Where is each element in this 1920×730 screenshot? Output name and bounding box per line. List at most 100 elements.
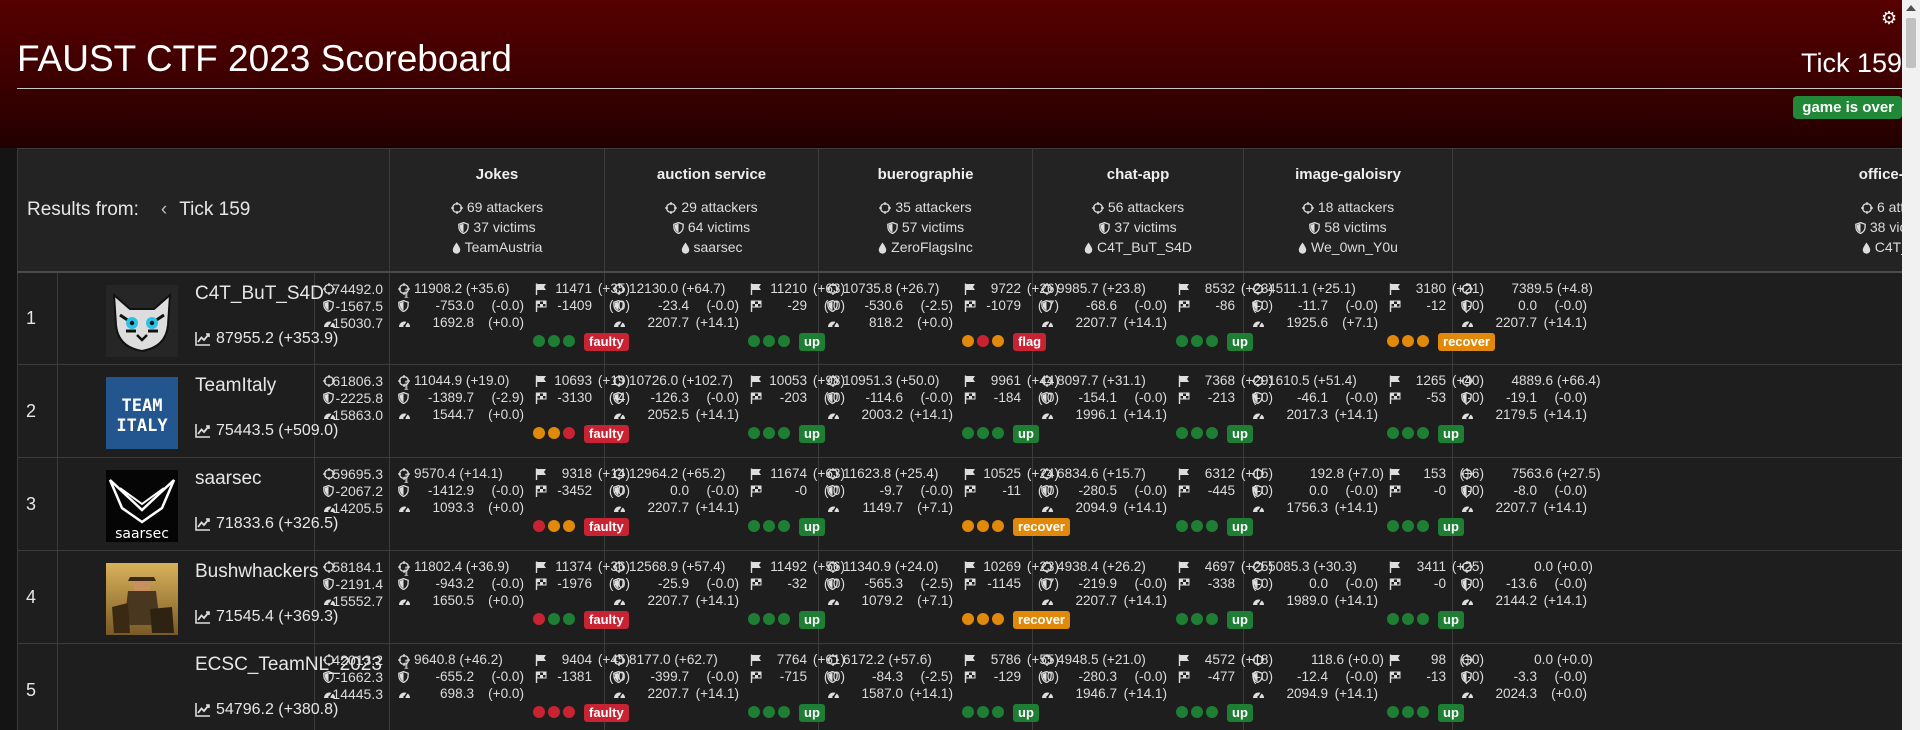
defense-points: -84.3 — [872, 669, 904, 684]
crosshair-icon — [827, 654, 840, 669]
team-name[interactable]: C4T_BuT_S4D — [195, 283, 324, 305]
gear-icon[interactable]: ⚙ — [1881, 9, 1897, 27]
victims-count: 58 victims — [1245, 217, 1452, 237]
chart-line-icon — [195, 330, 216, 347]
attack-points: 11802.4 (+36.9) — [414, 559, 510, 574]
status-dot — [1402, 706, 1415, 718]
attack-score: 61806.3 — [323, 373, 383, 390]
victims-count: 37 victims — [391, 217, 604, 237]
shield-icon — [1461, 484, 1472, 500]
status-history-dots — [748, 613, 793, 627]
status-history-dots — [533, 520, 578, 534]
service-name: Jokes — [475, 166, 519, 183]
sla-points: 2207.7 — [1075, 593, 1118, 608]
defense-points-delta: (-2.5) — [920, 576, 954, 591]
service-score-cell: 9570.4 (+14.1) -1412.9 (-0.0) 1093.3 (+0.0) 9… — [389, 457, 630, 551]
flags-lost: -0 — [1433, 576, 1447, 591]
crosshair-icon — [1461, 375, 1474, 390]
defense-points: -9.7 — [879, 483, 904, 498]
status-dot — [763, 334, 776, 347]
team-info: ECSC_TeamNL_2023 i 54796.2 (+380.8) — [57, 643, 409, 730]
blood-drop-icon — [452, 239, 465, 255]
results-tick[interactable]: Tick 159 — [179, 199, 250, 220]
attackers-count: 56 attackers — [1034, 197, 1243, 217]
flags-lost: -1079 — [986, 297, 1022, 313]
flags-lost: -86 — [1215, 297, 1236, 313]
scroll-thumb[interactable] — [1906, 18, 1916, 68]
sla-points-delta: (+14.1) — [1543, 314, 1588, 330]
status-dot — [533, 613, 546, 625]
sla-points: 1093.3 — [432, 500, 475, 515]
sla-points: 1149.7 — [862, 500, 904, 515]
attack-points: 7563.6 — [1511, 466, 1554, 481]
attack-points: 4889.6 — [1511, 373, 1554, 388]
service-header: auction service 29 attackers 64 victims saa… — [604, 148, 820, 273]
shield-icon — [1041, 484, 1052, 500]
status-dot — [748, 427, 761, 439]
victims-count: 37 victims — [1034, 217, 1243, 237]
team-name[interactable]: Bushwhackers — [195, 561, 319, 583]
attack-points: 0.0 — [1534, 559, 1554, 574]
sla-points: 1079.2 — [861, 593, 904, 608]
chevron-left-icon[interactable]: ‹ — [161, 199, 167, 221]
attack-points: 6834.6 (+15.7) — [1057, 466, 1146, 481]
checkered-flag-icon — [1389, 392, 1401, 407]
vertical-scrollbar[interactable] — [1902, 0, 1920, 730]
status-dot — [962, 334, 975, 347]
service-header: image-galoisry 18 attackers 58 victims We_0… — [1243, 148, 1454, 273]
chart-line-icon — [195, 515, 216, 532]
flags-captured: 5786 — [990, 652, 1022, 667]
service-score-cell: 192.8 (+7.0) 0.0 (-0.0) 1756.3 (+14.1) 153 (+6)… — [1243, 457, 1484, 551]
attackers-count: 69 attackers — [391, 197, 604, 217]
shield-icon — [827, 484, 838, 500]
status-dot — [1206, 706, 1219, 718]
service-score-cell: 11044.9 (+19.0) -1389.7 (-2.9) 1544.7 (+0.0)… — [389, 364, 630, 458]
defense-points-delta: (-0.0) — [1554, 669, 1588, 684]
defense-points: -530.6 — [864, 297, 904, 313]
flags-lost: -13 — [1426, 669, 1447, 684]
flags-lost: -0 — [794, 483, 808, 498]
status-dot — [1402, 427, 1415, 439]
sla-points-delta: (+14.1) — [1123, 314, 1168, 330]
scroll-up-arrow-icon[interactable] — [1906, 5, 1916, 11]
flag-icon — [1178, 283, 1190, 298]
status-dot — [977, 613, 990, 625]
shield-icon — [613, 484, 624, 500]
crosshair-icon — [1252, 375, 1265, 390]
attack-points: 10726.0 (+102.7) — [629, 373, 733, 388]
sla-points-delta: (+7.1) — [917, 500, 954, 515]
checkered-flag-icon — [1389, 578, 1401, 593]
team-name[interactable]: saarsec — [195, 468, 262, 490]
sla-points-delta: (+0.0) — [488, 593, 525, 608]
service-score-cell: 12568.9 (+57.4) -25.9 (-0.0) 2207.7 (+14.1) 1… — [604, 550, 845, 644]
checkered-flag-icon — [1178, 300, 1190, 315]
defense-points-delta: (-0.0) — [1554, 297, 1588, 313]
service-score-cell: 11802.4 (+36.9) -943.2 (-0.0) 1650.5 (+0.0) 1… — [389, 550, 630, 644]
defense-points: -3.3 — [1513, 669, 1538, 684]
defense-points: -126.3 — [650, 390, 690, 405]
flags-captured: 11374 — [555, 559, 593, 574]
service-name: auction service — [656, 166, 767, 183]
team-rank: 5 — [17, 643, 58, 730]
flags-captured: 9404 — [561, 652, 593, 667]
team-rank: 4 — [17, 550, 58, 644]
team-score-summary: 61806.3 -2225.8 15863.0 — [313, 364, 391, 458]
defense-points-delta: (-0.0) — [706, 483, 740, 498]
status-dot — [992, 427, 1005, 439]
sla-points: 2207.7 — [647, 314, 690, 330]
status-dot — [977, 706, 990, 718]
service-name: office-su — [1858, 166, 1902, 183]
defense-points-delta: (-0.0) — [1345, 576, 1379, 591]
shield-icon — [1461, 299, 1472, 315]
service-header: chat-app 56 attackers 37 victims C4T_BuT_S4… — [1032, 148, 1245, 273]
sla-points: 2207.7 — [1495, 500, 1538, 515]
status-history-dots — [962, 427, 1007, 441]
sla-points-delta: (+14.1) — [1334, 407, 1379, 422]
sla-points: 2207.7 — [647, 500, 690, 515]
defense-points-delta: (-0.0) — [1134, 483, 1168, 498]
team-name[interactable]: TeamItaly — [195, 375, 276, 397]
svg-text:saarsec: saarsec — [115, 526, 169, 542]
flag-icon — [964, 375, 976, 390]
team-row: 3 saarsec saarsec i 71833.6 (+326.5) 59695.3-… — [17, 457, 1902, 551]
defense-points-delta: (-0.0) — [1345, 483, 1379, 498]
